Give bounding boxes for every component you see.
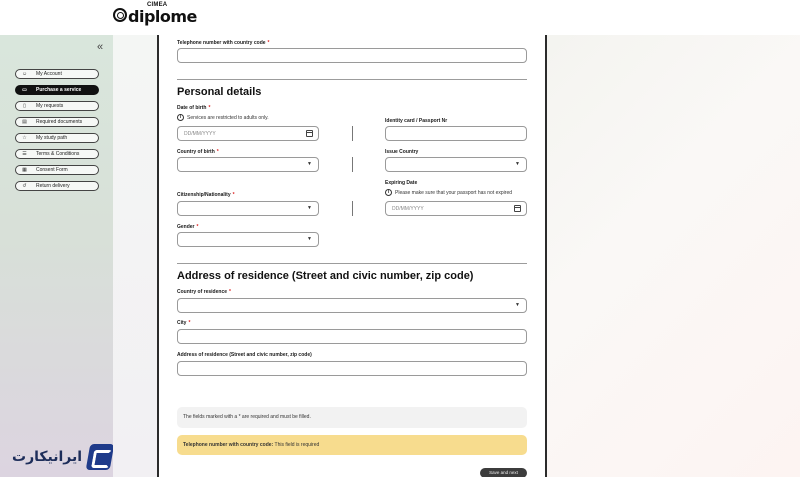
dob-input[interactable]: DD/MM/YYYY <box>177 126 319 141</box>
registration-form: Telephone number with country code * Pers… <box>159 35 545 477</box>
section-divider <box>177 79 527 80</box>
top-bar: CIMEA diplome <box>0 0 800 35</box>
sidebar-item-study-path[interactable]: ☆ My study path <box>15 133 99 143</box>
info-icon: i <box>385 189 392 196</box>
citizenship-label: Citizenship/Nationality * <box>177 192 235 198</box>
address-title: Address of residence (Street and civic n… <box>177 270 474 282</box>
issue-country-select[interactable]: ▼ <box>385 157 527 172</box>
sidebar-item-label: Purchase a service <box>36 87 82 93</box>
user-icon: ☺ <box>21 71 28 77</box>
sidebar-item-my-requests[interactable]: ▯ My requests <box>15 101 99 111</box>
error-message: Telephone number with country code: This… <box>177 435 527 455</box>
expiring-date-input[interactable]: DD/MM/YYYY <box>385 201 527 216</box>
sidebar-item-required-documents[interactable]: ▤ Required documents <box>15 117 99 127</box>
sidebar-item-terms[interactable]: ☰ Terms & Conditions <box>15 149 99 159</box>
section-divider <box>177 263 527 264</box>
logo-brand-text: diplome <box>128 7 197 26</box>
dob-note: i Services are restricted to adults only. <box>177 114 269 121</box>
personal-details-title: Personal details <box>177 86 262 98</box>
country-of-residence-select[interactable]: ▼ <box>177 298 527 313</box>
chevron-down-icon: ▼ <box>307 205 312 211</box>
globe-icon <box>113 8 127 22</box>
chevron-down-icon: ▼ <box>307 236 312 242</box>
column-divider <box>352 157 353 172</box>
cimea-diplome-logo[interactable]: CIMEA diplome <box>113 2 197 30</box>
sidebar-item-label: My requests <box>36 103 64 109</box>
chevron-down-icon: ▼ <box>307 161 312 167</box>
iranicart-logo-icon <box>85 444 115 470</box>
sidebar-item-label: Return delivery <box>36 183 70 189</box>
identity-label: Identity card / Passport Nr <box>385 118 448 124</box>
country-of-birth-select[interactable]: ▼ <box>177 157 319 172</box>
right-background <box>547 35 800 477</box>
save-next-button[interactable]: Save and next <box>480 468 527 477</box>
gender-label: Gender * <box>177 224 199 230</box>
country-of-residence-label: Country of residence * <box>177 289 231 295</box>
street-label: Address of residence (Street and civic n… <box>177 352 312 358</box>
chevron-down-icon: ▼ <box>515 161 520 167</box>
cart-icon: ▭ <box>22 87 27 93</box>
sidebar-item-return-delivery[interactable]: ↺ Return delivery <box>15 181 99 191</box>
sidebar: « ☺ My Account ▭ Purchase a service ▯ My re… <box>0 35 113 477</box>
calendar-icon[interactable] <box>306 130 313 137</box>
required-fields-info: The fields marked with a * are required … <box>177 407 527 428</box>
error-field-name: Telephone number with country code: <box>183 442 274 448</box>
sidebar-item-label: My Account <box>36 71 62 77</box>
street-input[interactable] <box>177 361 527 376</box>
calendar-icon[interactable] <box>514 205 521 212</box>
watermark-text: ایرانیکارت <box>12 449 83 465</box>
left-gap <box>113 35 157 477</box>
expiring-date-label: Expiring Date <box>385 180 418 186</box>
document-icon: ▯ <box>23 103 26 109</box>
info-icon: i <box>177 114 184 121</box>
telephone-input[interactable] <box>177 48 527 63</box>
return-icon: ↺ <box>22 183 27 189</box>
list-icon: ☰ <box>22 151 27 157</box>
issue-country-label: Issue Country <box>385 149 419 155</box>
sidebar-item-my-account[interactable]: ☺ My Account <box>15 69 99 79</box>
sidebar-item-label: Terms & Conditions <box>36 151 80 157</box>
chevrons-left-icon[interactable]: « <box>97 41 103 53</box>
sidebar-item-purchase-service[interactable]: ▭ Purchase a service <box>15 85 99 95</box>
gender-select[interactable]: ▼ <box>177 232 319 247</box>
sidebar-nav: ☺ My Account ▭ Purchase a service ▯ My requ… <box>15 69 99 197</box>
dob-label: Date of birth * <box>177 105 211 111</box>
sidebar-item-label: Required documents <box>36 119 83 125</box>
star-icon: ☆ <box>22 135 27 141</box>
error-text: This field is required <box>274 442 320 448</box>
city-label: City * <box>177 320 191 326</box>
chevron-down-icon: ▼ <box>515 302 520 308</box>
telephone-label: Telephone number with country code * <box>177 40 270 46</box>
expiring-note: i Please make sure that your passport has… <box>385 189 512 196</box>
country-of-birth-label: Country of birth * <box>177 149 219 155</box>
identity-input[interactable] <box>385 126 527 141</box>
folder-icon: ▤ <box>22 119 27 125</box>
column-divider <box>352 201 353 216</box>
sidebar-item-label: Consent Form <box>36 167 68 173</box>
sidebar-item-label: My study path <box>36 135 68 141</box>
iranicart-watermark: ایرانیکارت <box>12 444 115 472</box>
form-icon: ▦ <box>22 167 27 173</box>
sidebar-item-consent-form[interactable]: ▦ Consent Form <box>15 165 99 175</box>
citizenship-select[interactable]: ▼ <box>177 201 319 216</box>
column-divider <box>352 126 353 141</box>
city-input[interactable] <box>177 329 527 344</box>
